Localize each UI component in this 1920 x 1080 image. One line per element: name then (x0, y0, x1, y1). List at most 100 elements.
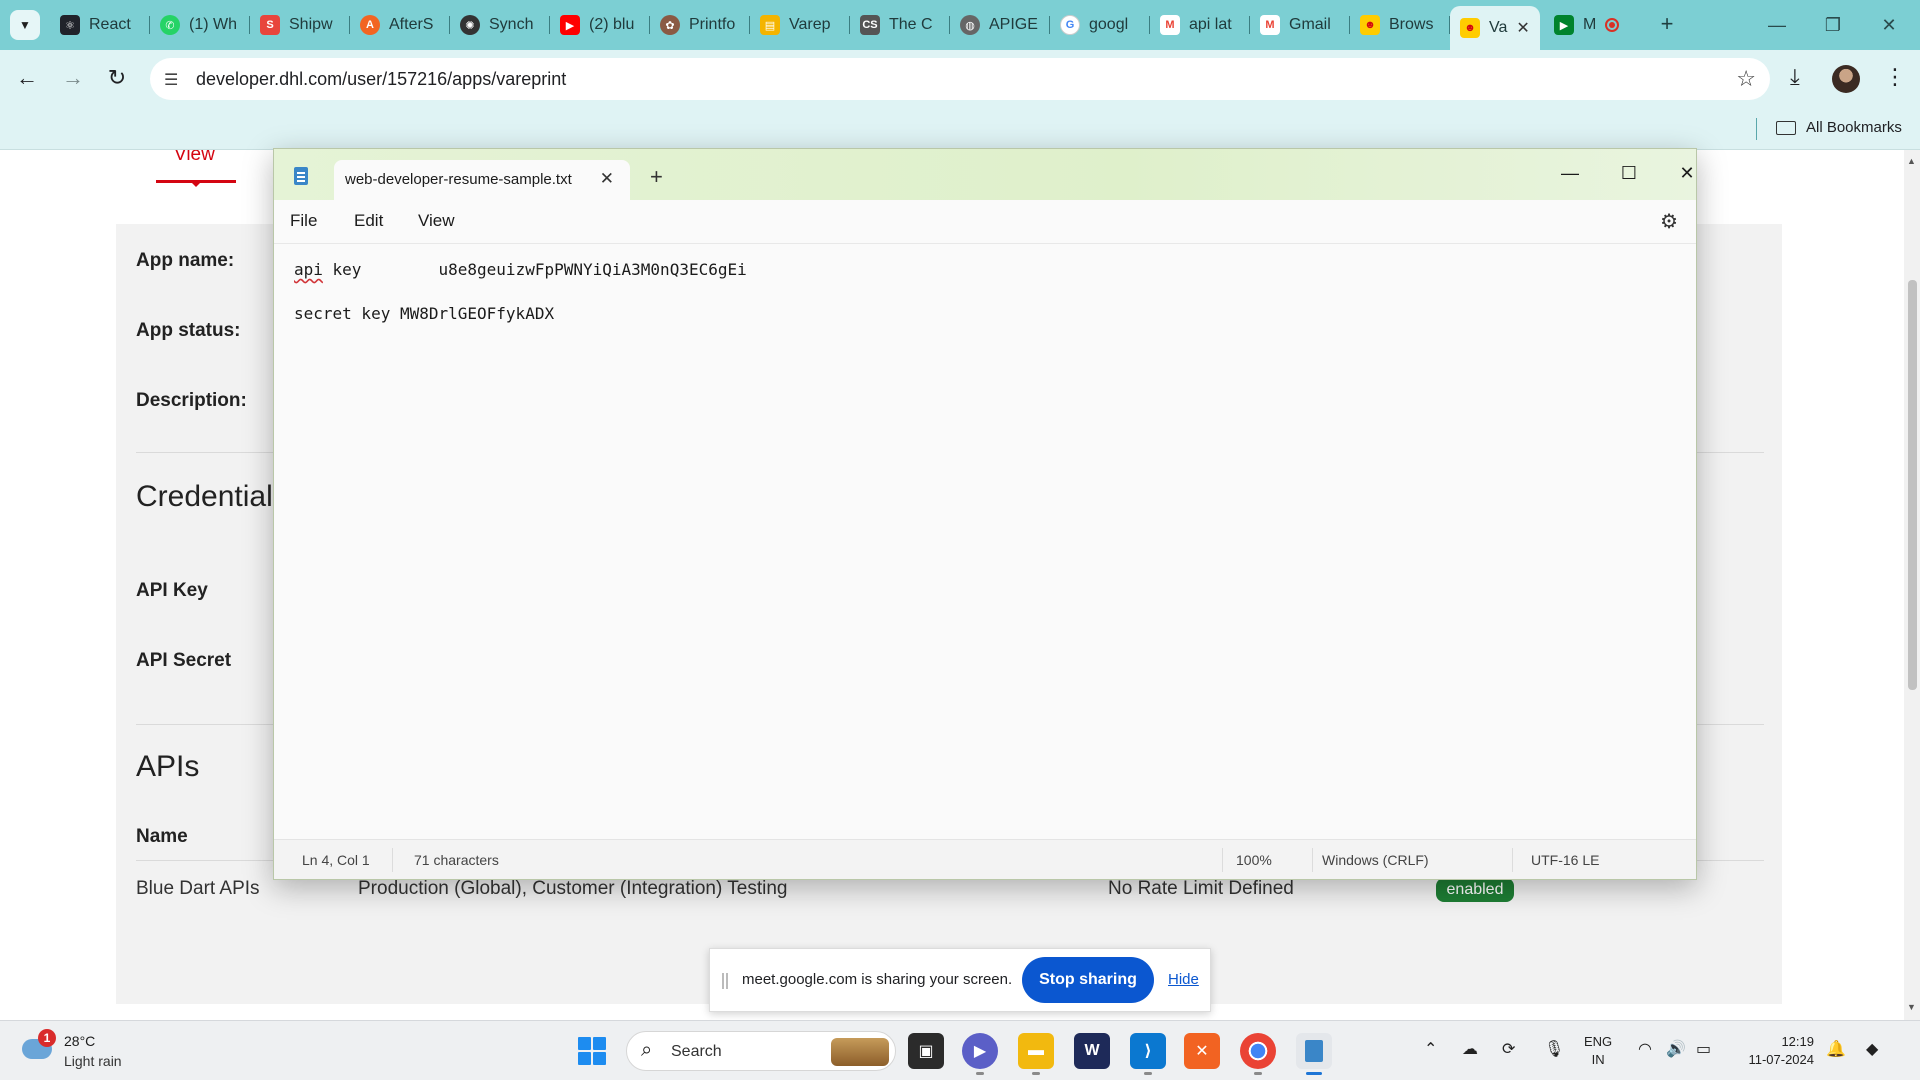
browser-tab[interactable]: ▶ (2) blu (550, 8, 650, 42)
spellcheck-word[interactable]: api (294, 260, 323, 279)
browser-tab[interactable]: ▶ M (1544, 8, 1644, 42)
drag-handle-icon[interactable] (722, 973, 728, 989)
close-window-button[interactable]: ✕ (1864, 8, 1914, 42)
api-name-cell[interactable]: Blue Dart APIs (136, 878, 260, 900)
onedrive-icon[interactable]: ☁ (1462, 1039, 1478, 1059)
chat-icon[interactable]: ▶ (962, 1033, 998, 1075)
taskbar: 1 28°C Light rain ⌕ Search ▣ ▶ ▬ W ⟩ ✕ ⌃… (0, 1020, 1920, 1080)
recording-icon (1605, 18, 1620, 32)
browser-tab[interactable]: ✿ Printfo (650, 8, 750, 42)
reload-button[interactable]: ↻ (102, 64, 132, 94)
folder-icon (1776, 120, 1796, 135)
url-text[interactable]: developer.dhl.com/user/157216/apps/varep… (196, 69, 566, 90)
taskbar-search[interactable]: ⌕ Search (626, 1031, 896, 1071)
gmail-icon: M (1160, 15, 1180, 35)
notepad-text-area[interactable]: api key u8e8geuizwFpPWNYiQiA3M0nQ3EC6gEi… (274, 243, 1696, 839)
scroll-up-icon[interactable]: ▲ (1907, 156, 1916, 166)
browser-tab[interactable]: ✺ Synch (450, 8, 550, 42)
close-button[interactable]: ✕ (1662, 157, 1712, 189)
menu-icon[interactable]: ⋮ (1884, 64, 1906, 90)
line-ending[interactable]: Windows (CRLF) (1322, 852, 1429, 868)
scroll-down-icon[interactable]: ▼ (1907, 1002, 1916, 1012)
all-bookmarks-button[interactable]: All Bookmarks (1776, 119, 1902, 136)
chrome-icon[interactable] (1240, 1033, 1276, 1075)
webstorm-icon[interactable]: W (1074, 1033, 1110, 1069)
new-tab-button[interactable]: + (650, 164, 663, 190)
view-tab[interactable]: View (174, 150, 215, 166)
forward-button[interactable]: → (58, 64, 88, 94)
address-bar[interactable]: ☰ developer.dhl.com/user/157216/apps/var… (150, 58, 1770, 100)
menu-file[interactable]: File (290, 211, 317, 231)
browser-tab-active[interactable]: ☻ Va ✕ (1450, 6, 1540, 50)
microphone-icon[interactable]: 🎙 (1544, 1039, 1564, 1059)
notepad-tab-title: web-developer-resume-sample.txt (345, 171, 572, 188)
browser-tab[interactable]: ⚛ React (50, 8, 150, 42)
restore-button[interactable]: ❐ (1808, 8, 1858, 42)
volume-icon[interactable]: 🔊 (1666, 1039, 1686, 1059)
browser-tab[interactable]: ✆ (1) Wh (150, 8, 250, 42)
text-line[interactable]: api key u8e8geuizwFpPWNYiQiA3M0nQ3EC6gEi (294, 260, 747, 279)
globe-icon: ◍ (960, 15, 980, 35)
browser-tab[interactable]: Ggoogl (1050, 8, 1150, 42)
close-tab-icon[interactable]: ✕ (1516, 18, 1529, 38)
wifi-icon[interactable]: ◠ (1638, 1039, 1652, 1059)
tab-search-button[interactable]: ▼ (10, 10, 40, 40)
chevron-up-icon[interactable]: ⌃ (1424, 1039, 1437, 1059)
notepad-taskbar-icon[interactable] (1296, 1033, 1332, 1075)
notepad-tab[interactable]: web-developer-resume-sample.txt ✕ (334, 160, 630, 200)
avatar[interactable] (1832, 65, 1860, 93)
maximize-button[interactable]: ☐ (1604, 157, 1654, 189)
browser-tab[interactable]: S Shipw (250, 8, 350, 42)
minimize-button[interactable]: — (1752, 8, 1802, 42)
site-settings-icon[interactable]: ☰ (164, 70, 178, 90)
close-icon[interactable]: ✕ (600, 169, 614, 189)
new-tab-button[interactable]: + (1652, 10, 1682, 40)
stop-sharing-button[interactable]: Stop sharing (1022, 957, 1154, 1003)
menu-edit[interactable]: Edit (354, 211, 383, 231)
browser-tab[interactable]: CS The C (850, 8, 950, 42)
browser-tab[interactable]: ▤ Varep (750, 8, 850, 42)
start-button[interactable] (578, 1037, 606, 1065)
bookmarks-bar: All Bookmarks (0, 108, 1920, 150)
encoding[interactable]: UTF-16 LE (1531, 852, 1599, 868)
printful-icon: ✿ (660, 15, 680, 35)
task-view-icon[interactable]: ▣ (908, 1033, 944, 1069)
search-icon: ⌕ (641, 1039, 653, 1061)
file-explorer-icon[interactable]: ▬ (1018, 1033, 1054, 1075)
vscode-icon[interactable]: ⟩ (1130, 1033, 1166, 1075)
notepad-menubar: File Edit View ⚙ (274, 200, 1696, 243)
gear-icon[interactable]: ⚙ (1660, 209, 1678, 234)
copilot-icon[interactable]: ◆ (1866, 1039, 1878, 1059)
react-icon: ⚛ (60, 15, 80, 35)
battery-icon[interactable]: ▭ (1696, 1039, 1711, 1059)
xampp-icon[interactable]: ✕ (1184, 1033, 1220, 1069)
scroll-thumb[interactable] (1908, 280, 1917, 690)
notepad-titlebar[interactable]: web-developer-resume-sample.txt ✕ + — ☐ … (274, 149, 1696, 200)
browser-tab[interactable]: ◍ APIGE (950, 8, 1050, 42)
menu-view[interactable]: View (418, 211, 455, 231)
weather-widget[interactable]: 1 28°C Light rain (22, 1029, 172, 1073)
hide-link[interactable]: Hide (1168, 971, 1199, 988)
language-indicator[interactable]: ENG IN (1584, 1033, 1612, 1069)
browser-tab[interactable]: M Gmail (1250, 8, 1350, 42)
bookmark-star-icon[interactable]: ☆ (1736, 66, 1756, 92)
page-scrollbar[interactable]: ▲ ▼ (1904, 150, 1920, 1020)
sync-icon[interactable]: ⟳ (1502, 1039, 1515, 1059)
text-line[interactable]: secret key MW8DrlGEOFfykADX (294, 304, 554, 323)
api-key-label: API Key (136, 580, 208, 601)
browser-tab[interactable]: ☻ Brows (1350, 8, 1450, 42)
credentials-heading: Credential (136, 480, 273, 513)
back-button[interactable]: ← (12, 64, 42, 94)
gmail-icon: M (1260, 15, 1280, 35)
minimize-button[interactable]: — (1545, 157, 1595, 189)
zoom-level[interactable]: 100% (1236, 852, 1272, 868)
notification-bell-icon[interactable]: 🔔 (1826, 1039, 1846, 1059)
doc-icon: ▤ (760, 15, 780, 35)
clock[interactable]: 12:19 11-07-2024 (1734, 1033, 1814, 1069)
browser-toolbar: ← → ↻ ☰ developer.dhl.com/user/157216/ap… (0, 50, 1920, 108)
download-icon[interactable]: ⤓ (1790, 64, 1800, 90)
temperature: 28°C (64, 1033, 96, 1049)
browser-tab[interactable]: Mapi lat (1150, 8, 1250, 42)
browser-tab[interactable]: A AfterS (350, 8, 450, 42)
notepad-window: web-developer-resume-sample.txt ✕ + — ☐ … (273, 148, 1697, 880)
